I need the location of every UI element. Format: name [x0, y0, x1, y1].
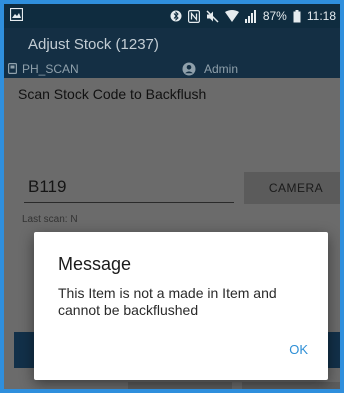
scan-instruction: Scan Stock Code to Backflush — [18, 86, 207, 102]
secondary-actions: REQUEST JOB DETAILS — [4, 382, 340, 389]
last-scan-label: Last scan: N — [22, 214, 78, 225]
gallery-icon — [10, 8, 23, 21]
battery-icon — [293, 9, 301, 22]
user-icon — [182, 62, 196, 76]
battery-percent: 87% — [262, 9, 287, 23]
dialog-title: Message — [58, 254, 132, 274]
status-bar: 87% 11:18 — [4, 4, 340, 28]
mute-icon — [206, 9, 219, 23]
details-button[interactable]: DETAILS — [242, 382, 340, 389]
stock-code-input[interactable] — [24, 174, 234, 203]
signal-icon — [244, 9, 256, 23]
app-bar: Adjust Stock (1237) PH_SCAN Admin — [4, 28, 340, 78]
bluetooth-icon — [170, 10, 182, 22]
dialog-message: This Item is not a made in Item and cann… — [58, 285, 277, 318]
ok-button[interactable]: OK — [289, 342, 308, 357]
device-label: PH_SCAN — [22, 62, 79, 76]
page-title: Adjust Stock (1237) — [28, 36, 159, 53]
scanner-icon — [8, 63, 17, 74]
clock: 11:18 — [306, 9, 336, 23]
session-info: PH_SCAN Admin — [4, 61, 340, 78]
wifi-icon — [224, 10, 239, 22]
status-icons: 87% 11:18 — [170, 8, 336, 24]
device-frame: 87% 11:18 Adjust Stock (1237) PH_SCAN Ad… — [0, 0, 344, 393]
request-job-button[interactable]: REQUEST JOB — [128, 382, 232, 389]
user-label: Admin — [204, 62, 239, 76]
camera-button[interactable]: CAMERA — [244, 172, 340, 204]
nfc-icon — [187, 9, 200, 23]
message-dialog: Message This Item is not a made in Item … — [34, 232, 328, 380]
